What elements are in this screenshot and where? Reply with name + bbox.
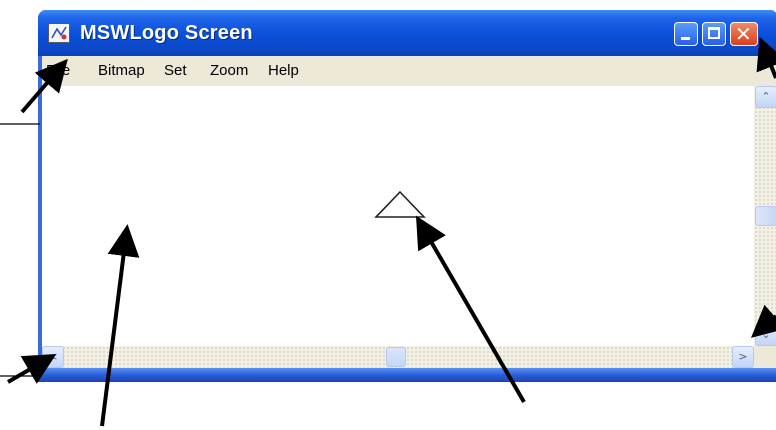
- callout-arrows: [0, 36, 776, 427]
- arrow-to-turtle: [415, 215, 526, 404]
- arrow-to-scroll-down: [750, 304, 776, 338]
- arrow-to-menu-bar: [20, 58, 68, 114]
- arrow-to-scroll-left: [6, 353, 57, 384]
- arrow-to-canvas: [100, 224, 140, 427]
- arrow-to-close-button: [756, 36, 776, 79]
